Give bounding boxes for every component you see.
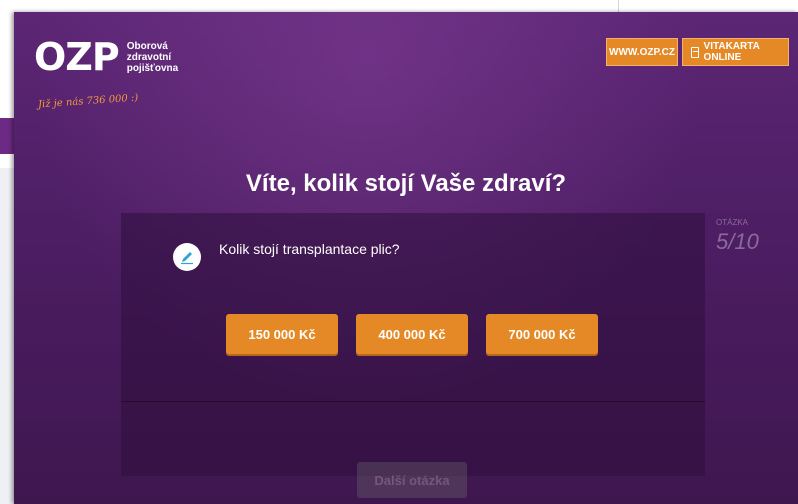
vitakarta-label: VITAKARTA ONLINE: [703, 41, 760, 63]
tagline: Již je nás 736 000 :): [37, 92, 139, 111]
logo-line-3: pojišťovna: [126, 62, 179, 74]
question-card: Kolik stojí transplantace plic? 150 000 …: [121, 213, 705, 476]
next-question-button[interactable]: Další otázka: [357, 462, 467, 498]
quiz-title: Víte, kolik stojí Vaše zdraví?: [245, 170, 567, 197]
vitakarta-button[interactable]: VITAKARTA ONLINE: [682, 38, 789, 66]
background-page-sidebar: [0, 168, 14, 504]
logo-line-1: Oborová: [126, 40, 168, 52]
quiz-widget: OZP Oborová zdravotní pojišťovna Již je …: [14, 12, 798, 504]
login-icon: [691, 46, 699, 58]
question-text: Kolik stojí transplantace plic?: [219, 241, 400, 257]
question-counter-label: OTÁZKA: [716, 218, 749, 227]
card-divider: [121, 401, 705, 402]
logo-name: Oborová zdravotní pojišťovna: [127, 41, 178, 74]
answer-button-3[interactable]: 700 000 Kč: [486, 314, 598, 354]
background-page-corner: [618, 0, 798, 12]
website-button[interactable]: WWW.OZP.CZ: [606, 38, 678, 66]
pencil-icon: [173, 243, 201, 271]
logo-mark: OZP: [34, 35, 120, 79]
answer-button-1[interactable]: 150 000 Kč: [226, 314, 338, 354]
question-counter: 5/10: [716, 229, 759, 254]
answer-button-2[interactable]: 400 000 Kč: [356, 314, 468, 354]
logo-line-2: zdravotní: [126, 51, 172, 63]
ozp-logo[interactable]: OZP Oborová zdravotní pojišťovna: [34, 38, 178, 76]
